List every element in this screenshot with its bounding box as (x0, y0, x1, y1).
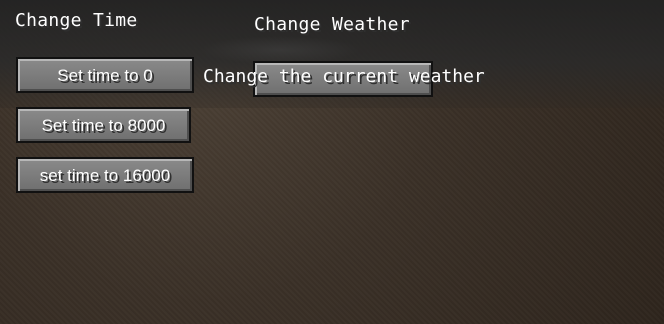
set-time-8000-button[interactable]: Set time to 8000 (16, 107, 191, 143)
set-time-0-button[interactable]: Set time to 0 (16, 57, 194, 93)
change-weather-button[interactable] (253, 61, 433, 97)
set-time-16000-button[interactable]: set time to 16000 (16, 157, 194, 193)
change-time-title: Change Time (15, 10, 138, 31)
background-mist (200, 36, 360, 64)
change-weather-title: Change Weather (254, 14, 410, 35)
